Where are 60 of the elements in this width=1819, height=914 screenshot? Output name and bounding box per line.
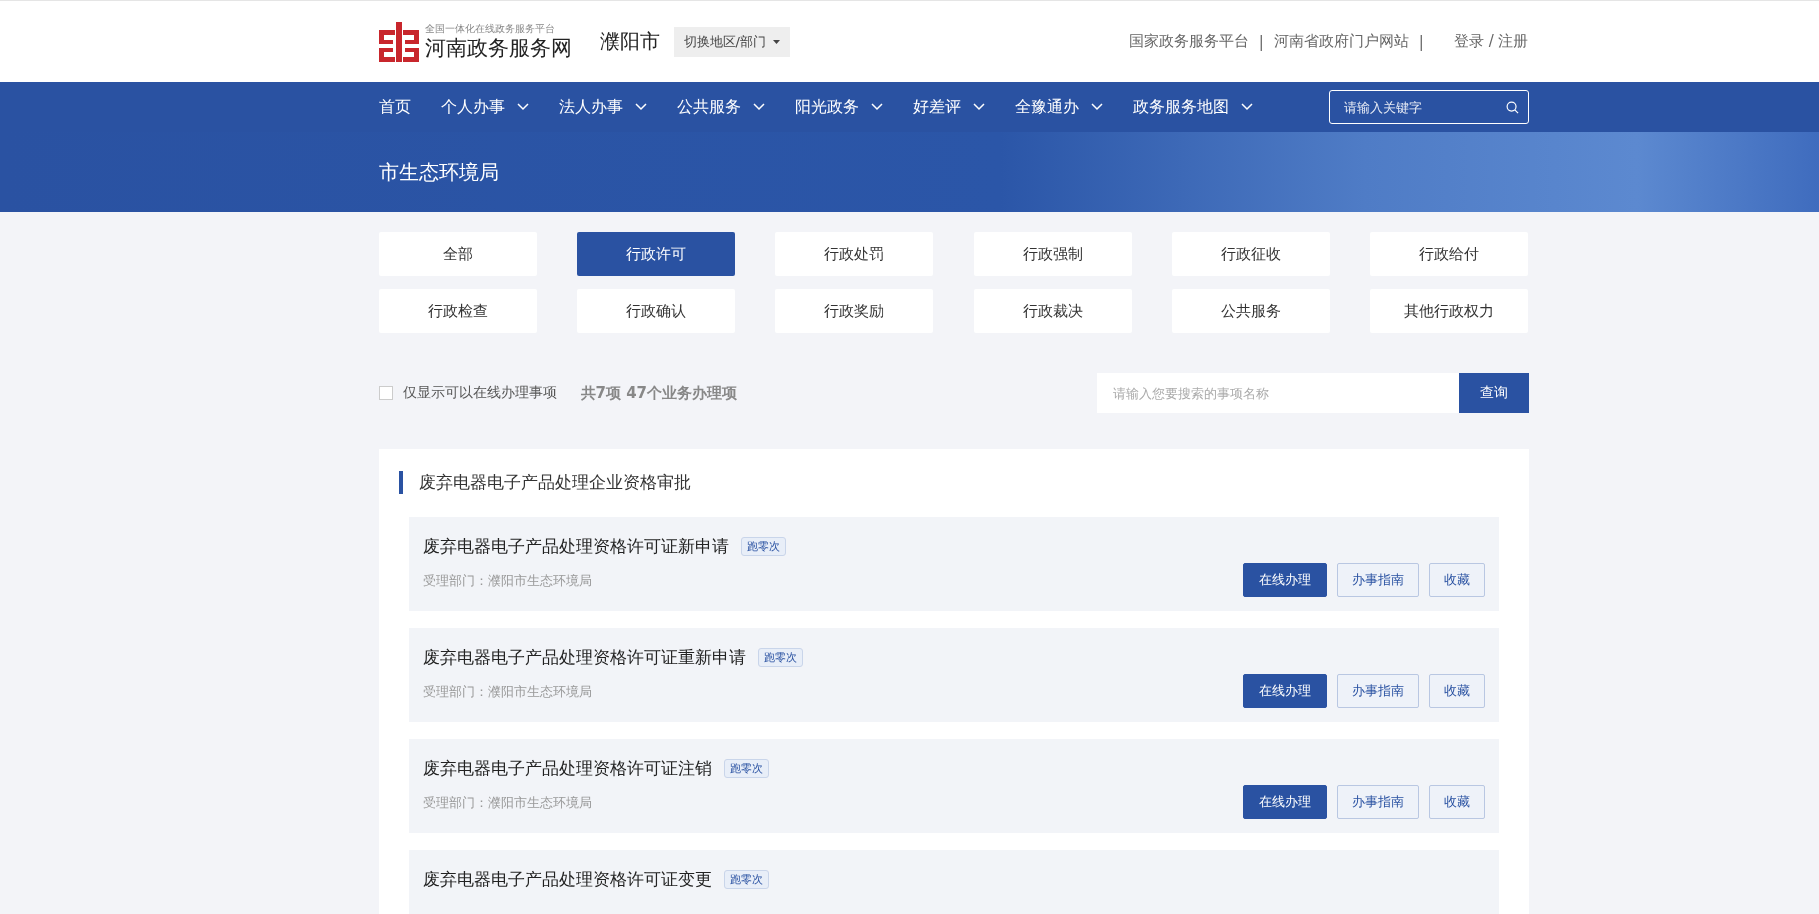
nav-item[interactable]: 法人办事 xyxy=(558,96,647,118)
service-name[interactable]: 废弃电器电子产品处理资格许可证新申请 xyxy=(422,535,729,558)
department-text: 受理部门：濮阳市生态环境局 xyxy=(422,683,593,701)
department-text: 受理部门：濮阳市生态环境局 xyxy=(422,572,593,590)
search-icon[interactable] xyxy=(1505,101,1519,114)
favorite-button[interactable]: 收藏 xyxy=(1428,674,1485,708)
guide-button[interactable]: 办事指南 xyxy=(1336,563,1419,597)
category-tab[interactable]: 行政确认 xyxy=(576,289,735,333)
nav-item[interactable]: 公共服务 xyxy=(676,96,765,118)
nav-item[interactable]: 个人办事 xyxy=(440,96,529,118)
service-name[interactable]: 废弃电器电子产品处理资格许可证注销 xyxy=(422,757,712,780)
logo-icon xyxy=(378,21,419,62)
service-tag: 跑零次 xyxy=(757,648,803,667)
online-handle-button[interactable]: 在线办理 xyxy=(1242,674,1327,708)
site-name: 河南政务服务网 xyxy=(424,34,572,61)
online-handle-button[interactable]: 在线办理 xyxy=(1242,563,1327,597)
category-tab[interactable]: 其他行政权力 xyxy=(1370,289,1529,333)
nav-item[interactable]: 首页 xyxy=(378,96,411,118)
service-tag: 跑零次 xyxy=(723,759,769,778)
service-tag: 跑零次 xyxy=(740,537,786,556)
online-only-label: 仅显示可以在线办理事项 xyxy=(402,384,557,402)
group-title: 废弃电器电子产品处理企业资格审批 xyxy=(418,472,691,492)
nav-item[interactable]: 阳光政务 xyxy=(794,96,883,118)
online-handle-button[interactable]: 在线办理 xyxy=(1242,785,1327,819)
nav-item[interactable]: 好差评 xyxy=(912,96,985,118)
category-tab[interactable]: 公共服务 xyxy=(1172,289,1331,333)
favorite-button[interactable]: 收藏 xyxy=(1428,785,1485,819)
link-separator: | xyxy=(1418,32,1424,51)
nav-item[interactable]: 政务服务地图 xyxy=(1132,96,1253,118)
guide-button[interactable]: 办事指南 xyxy=(1336,674,1419,708)
switch-region-button[interactable]: 切换地区/部门 xyxy=(673,26,790,57)
site-slogan: 全国一体化在线政务服务平台 xyxy=(424,22,556,35)
favorite-button[interactable]: 收藏 xyxy=(1428,563,1485,597)
category-tab[interactable]: 行政征收 xyxy=(1172,232,1331,276)
guide-button[interactable]: 办事指南 xyxy=(1336,785,1419,819)
category-tab[interactable]: 行政许可 xyxy=(576,232,735,276)
category-tab[interactable]: 行政检查 xyxy=(378,289,537,333)
checkbox[interactable] xyxy=(378,386,393,400)
keyword-search-field[interactable]: 请输入关键字 xyxy=(1328,90,1529,124)
category-tab[interactable]: 全部 xyxy=(378,232,537,276)
service-name[interactable]: 废弃电器电子产品处理资格许可证重新申请 xyxy=(422,646,746,669)
category-tab[interactable]: 行政处罚 xyxy=(775,232,934,276)
category-tab[interactable]: 行政强制 xyxy=(973,232,1132,276)
link-separator: | xyxy=(1258,32,1264,51)
search-button[interactable]: 查询 xyxy=(1458,373,1529,413)
caret-icon xyxy=(773,40,780,44)
department-title: 市生态环境局 xyxy=(378,159,499,184)
item-search-field[interactable]: 请输入您要搜索的事项名称 xyxy=(1096,373,1459,413)
service-tag: 跑零次 xyxy=(723,870,769,889)
city-name: 濮阳市 xyxy=(599,28,660,55)
header-link[interactable]: 国家政务服务平台 xyxy=(1128,32,1249,51)
service-name[interactable]: 废弃电器电子产品处理资格许可证变更 xyxy=(422,868,712,891)
department-text: 受理部门：濮阳市生态环境局 xyxy=(422,794,593,812)
header-link[interactable]: 河南省政府门户网站 xyxy=(1273,32,1409,51)
nav-item[interactable]: 全豫通办 xyxy=(1014,96,1103,118)
category-tab[interactable]: 行政奖励 xyxy=(775,289,934,333)
category-tab[interactable]: 行政给付 xyxy=(1370,232,1529,276)
login-link[interactable]: 登录 / 注册 xyxy=(1453,32,1529,51)
result-summary: 共7项 47个业务办理项 xyxy=(580,383,738,403)
category-tab[interactable]: 行政裁决 xyxy=(973,289,1132,333)
